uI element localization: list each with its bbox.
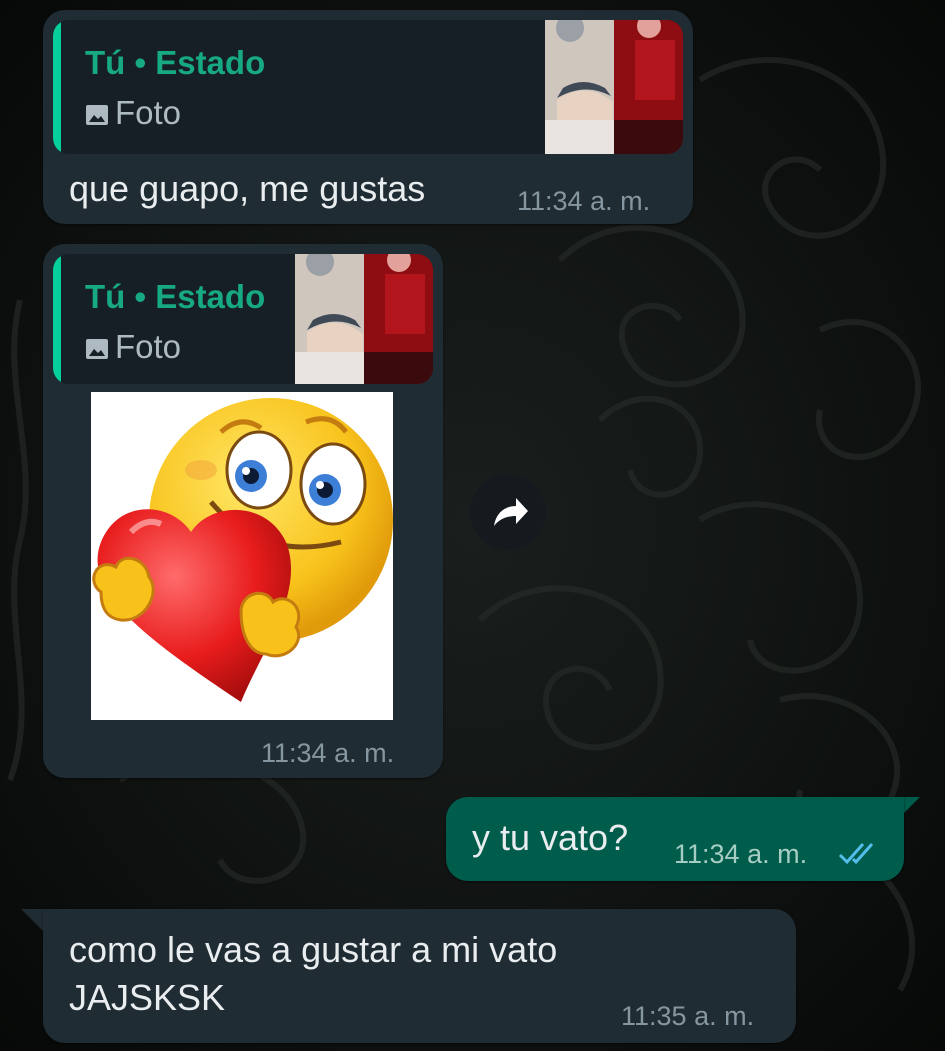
- quote-accent-bar: [53, 20, 61, 154]
- message-bubble-incoming[interactable]: Tú • Estado Foto 11:34 a. m.: [43, 244, 443, 778]
- quote-title: Tú • Estado: [85, 44, 266, 81]
- quote-type-label: Foto: [115, 328, 182, 365]
- status-thumbnail: [295, 254, 433, 384]
- quote-title: Tú • Estado: [85, 278, 266, 315]
- status-thumbnail: [545, 20, 683, 154]
- message-bubble-outgoing[interactable]: y tu vato? 11:34 a. m.: [446, 797, 904, 881]
- forward-button[interactable]: [470, 474, 546, 550]
- message-text-line-1: como le vas a gustar a mi vato: [69, 929, 558, 970]
- message-timestamp: 11:34 a. m.: [261, 738, 395, 768]
- image-icon: [85, 97, 109, 135]
- bubble-tail: [21, 909, 43, 931]
- quote-type-label: Foto: [115, 94, 182, 131]
- read-double-check-icon: [836, 839, 880, 872]
- quote-type: Foto: [85, 328, 181, 369]
- message-bubble-incoming[interactable]: como le vas a gustar a mi vato JAJSKSK 1…: [43, 909, 796, 1043]
- forward-arrow-icon: [494, 498, 528, 526]
- message-text-line-2: JAJSKSK: [69, 977, 226, 1018]
- message-timestamp: 11:35 a. m.: [621, 1001, 755, 1031]
- quote-type: Foto: [85, 94, 181, 135]
- image-icon: [85, 331, 109, 369]
- message-text: y tu vato?: [472, 817, 629, 858]
- sticker-image[interactable]: [91, 392, 393, 720]
- hugging-heart-emoji: [92, 398, 393, 702]
- message-text: que guapo, me gustas: [69, 168, 426, 209]
- message-bubble-incoming[interactable]: Tú • Estado Foto que guapo, me gustas 11…: [43, 10, 693, 224]
- quote-accent-bar: [53, 254, 61, 384]
- message-timestamp: 11:34 a. m.: [674, 839, 808, 869]
- quoted-status-reply[interactable]: Tú • Estado Foto: [53, 254, 433, 384]
- message-timestamp: 11:34 a. m.: [517, 186, 651, 216]
- quoted-status-reply[interactable]: Tú • Estado Foto: [53, 20, 683, 154]
